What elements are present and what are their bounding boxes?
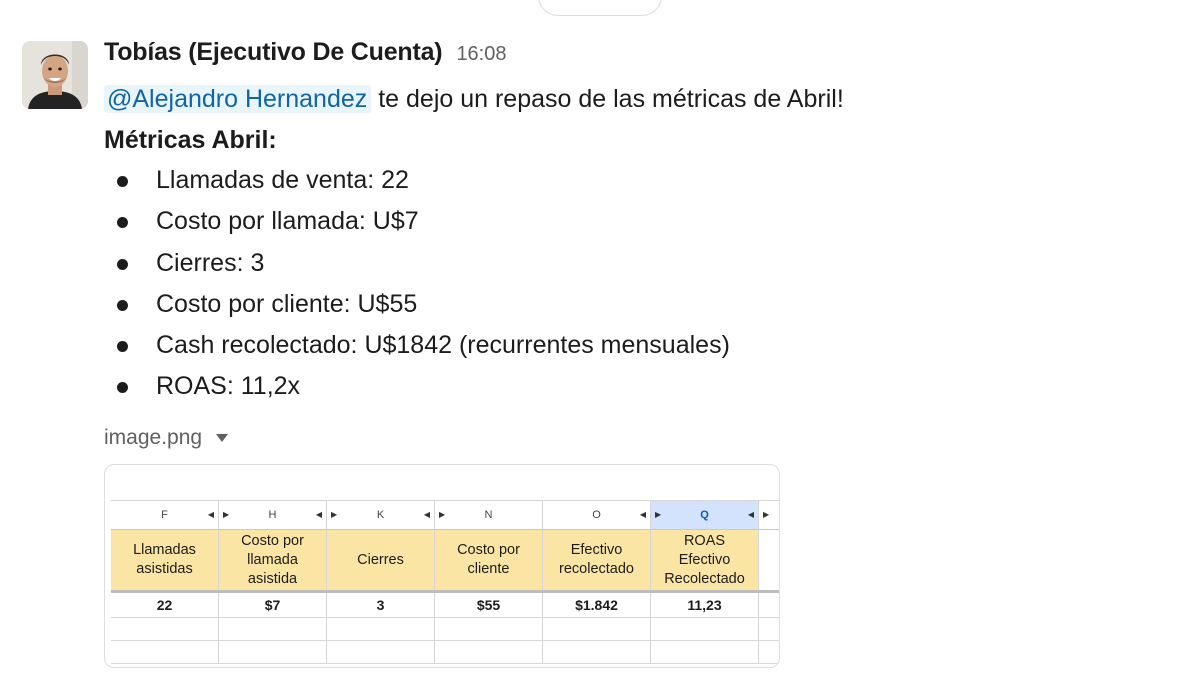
user-mention[interactable]: @Alejandro Hernandez <box>104 85 372 113</box>
triangle-left-icon: ◀ <box>747 510 754 519</box>
table-cell <box>759 618 779 640</box>
header-cell: Llamadas asistidas <box>111 530 219 590</box>
triangle-right-icon: ▶ <box>655 510 662 519</box>
bullet-icon <box>117 217 128 229</box>
table-row <box>111 618 779 641</box>
metrics-title: Métricas Abril: <box>104 126 277 154</box>
avatar[interactable] <box>22 41 88 109</box>
table-cell: $55 <box>435 593 543 617</box>
list-item-text: Cash recolectado: U$1842 (recurrentes me… <box>156 331 730 360</box>
triangle-right-icon: ▶ <box>439 510 446 519</box>
table-cell <box>543 618 651 640</box>
metrics-list: Llamadas de venta: 22 Costo por llamada:… <box>104 160 1164 408</box>
list-item: Cierres: 3 <box>104 243 1164 284</box>
caret-down-icon[interactable] <box>216 434 229 442</box>
column-letter-selected: ▶ Q ◀ <box>651 501 759 529</box>
table-cell <box>651 641 759 663</box>
list-item-text: Llamadas de venta: 22 <box>156 166 409 194</box>
list-item-text: Cierres: 3 <box>156 248 265 277</box>
list-item: ROAS: 11,2x <box>104 366 1164 407</box>
bullet-icon <box>117 176 128 187</box>
bullet-icon <box>117 382 128 394</box>
list-item: Costo por cliente: U$55 <box>104 284 1164 325</box>
bullet-icon <box>117 299 128 311</box>
header-cell: Cierres <box>327 530 435 590</box>
triangle-left-icon: ◀ <box>639 510 646 519</box>
table-cell <box>651 618 759 640</box>
list-item: Llamadas de venta: 22 <box>104 160 1164 201</box>
spreadsheet-image: F ◀ ▶ H ◀ ▶ K ◀ ▶ N O ◀ ▶ Q ◀ ▶ Llamadas asistidas… <box>111 500 779 664</box>
table-cell: $1.842 <box>543 593 651 617</box>
sender-name[interactable]: Tobías (Ejecutivo De Cuenta) <box>104 38 443 67</box>
table-cell: 22 <box>111 593 219 617</box>
list-item: Cash recolectado: U$1842 (recurrentes me… <box>104 325 1164 366</box>
triangle-left-icon: ◀ <box>207 510 214 519</box>
triangle-right-icon: ▶ <box>331 510 338 519</box>
bullet-icon <box>117 258 128 270</box>
table-cell <box>759 641 779 663</box>
column-letter: F ◀ <box>111 501 219 529</box>
header-cell: Efectivo recolectado <box>543 530 651 590</box>
timestamp[interactable]: 16:08 <box>456 43 506 66</box>
column-letter: ▶ H ◀ <box>219 501 327 529</box>
attachment-header[interactable]: image.png <box>104 424 229 452</box>
message: Tobías (Ejecutivo De Cuenta) 16:08 @Alej… <box>104 38 1164 408</box>
column-letter: ▶ K ◀ <box>327 501 435 529</box>
table-cell <box>327 641 435 663</box>
table-cell: 11,23 <box>651 593 759 617</box>
table-cell: 3 <box>327 593 435 617</box>
table-row <box>111 641 779 664</box>
message-header: Tobías (Ejecutivo De Cuenta) 16:08 <box>104 38 1164 74</box>
list-item: Costo por llamada: U$7 <box>104 201 1164 242</box>
list-item-text: ROAS: 11,2x <box>156 372 301 401</box>
table-cell <box>543 641 651 663</box>
table-cell <box>219 618 327 640</box>
table-row: 22 $7 3 $55 $1.842 11,23 <box>111 593 779 618</box>
table-cell <box>435 641 543 663</box>
message-text: te dejo un repaso de las métricas de Abr… <box>378 85 844 113</box>
header-cell: Costo por cliente <box>435 530 543 590</box>
user-photo-icon <box>22 41 88 109</box>
table-cell <box>759 593 779 617</box>
header-cell-empty <box>759 530 779 590</box>
header-cell: Costo por llamada asistida <box>219 530 327 590</box>
table-cell <box>111 618 219 640</box>
triangle-right-icon: ▶ <box>223 510 230 519</box>
triangle-left-icon: ◀ <box>315 510 322 519</box>
triangle-right-icon: ▶ <box>763 510 770 519</box>
new-messages-pill[interactable] <box>538 0 662 16</box>
table-cell <box>219 641 327 663</box>
column-letter: O ◀ <box>543 501 651 529</box>
message-first-line: @Alejandro Hernandez te dejo un repaso d… <box>104 80 1164 118</box>
column-letters-row: F ◀ ▶ H ◀ ▶ K ◀ ▶ N O ◀ ▶ Q ◀ ▶ <box>111 500 779 530</box>
bullet-icon <box>117 341 128 353</box>
header-cell: ROAS Efectivo Recolectado <box>651 530 759 590</box>
column-letter: ▶ N <box>435 501 543 529</box>
list-item-text: Costo por cliente: U$55 <box>156 289 418 318</box>
table-cell <box>327 618 435 640</box>
attachment-filename[interactable]: image.png <box>104 426 202 450</box>
triangle-left-icon: ◀ <box>423 510 430 519</box>
header-row: Llamadas asistidas Costo por llamada asisti… <box>111 530 779 593</box>
table-cell <box>435 618 543 640</box>
list-item-text: Costo por llamada: U$7 <box>156 207 419 236</box>
table-cell: $7 <box>219 593 327 617</box>
image-attachment[interactable]: F ◀ ▶ H ◀ ▶ K ◀ ▶ N O ◀ ▶ Q ◀ ▶ Llamadas asistidas… <box>104 464 780 668</box>
column-letter: ▶ <box>759 501 779 529</box>
table-cell <box>111 641 219 663</box>
